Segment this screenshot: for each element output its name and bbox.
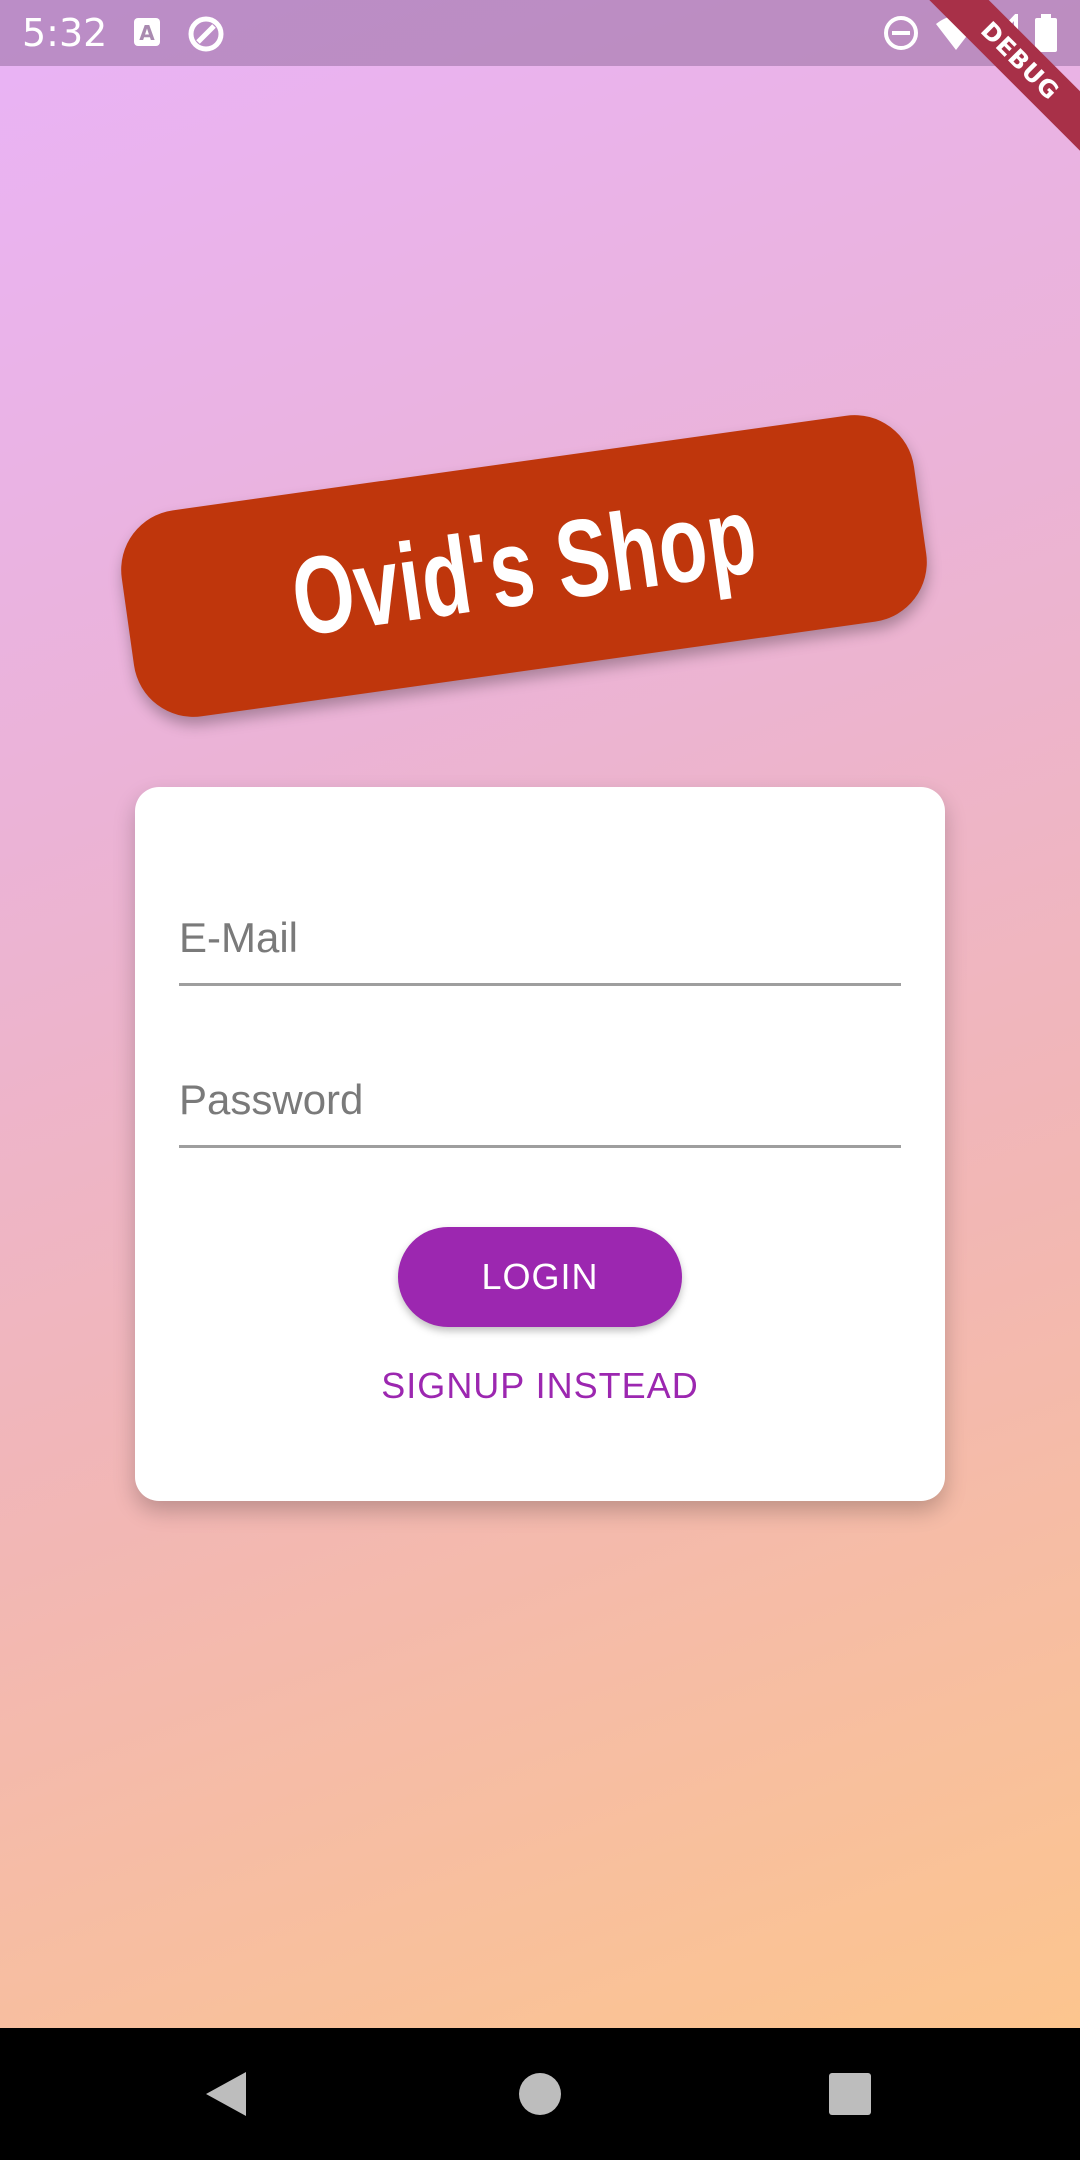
- password-field[interactable]: [179, 1025, 901, 1145]
- email-field[interactable]: [179, 863, 901, 983]
- recents-icon[interactable]: [814, 2058, 886, 2130]
- email-field-container: [179, 863, 901, 986]
- back-icon[interactable]: [190, 2058, 262, 2130]
- login-button[interactable]: LOGIN: [398, 1227, 682, 1327]
- svg-text:A: A: [139, 21, 155, 45]
- do-not-disturb-icon: [882, 14, 920, 57]
- status-time: 5:32: [22, 11, 108, 55]
- app-screen: 5:32 A DEBUG Ovid's Shop E-Mail LOGIN SI…: [0, 0, 1080, 2160]
- home-icon[interactable]: [504, 2058, 576, 2130]
- status-bar: 5:32 A: [0, 0, 1080, 66]
- sync-icon: [186, 14, 226, 59]
- login-card: LOGIN SIGNUP INSTEAD: [135, 787, 945, 1501]
- shop-title: Ovid's Shop: [284, 472, 764, 660]
- a-notification-icon: A: [132, 14, 162, 55]
- password-field-container: [179, 1025, 901, 1148]
- signup-instead-button[interactable]: SIGNUP INSTEAD: [135, 1365, 945, 1407]
- navigation-bar: [0, 2028, 1080, 2160]
